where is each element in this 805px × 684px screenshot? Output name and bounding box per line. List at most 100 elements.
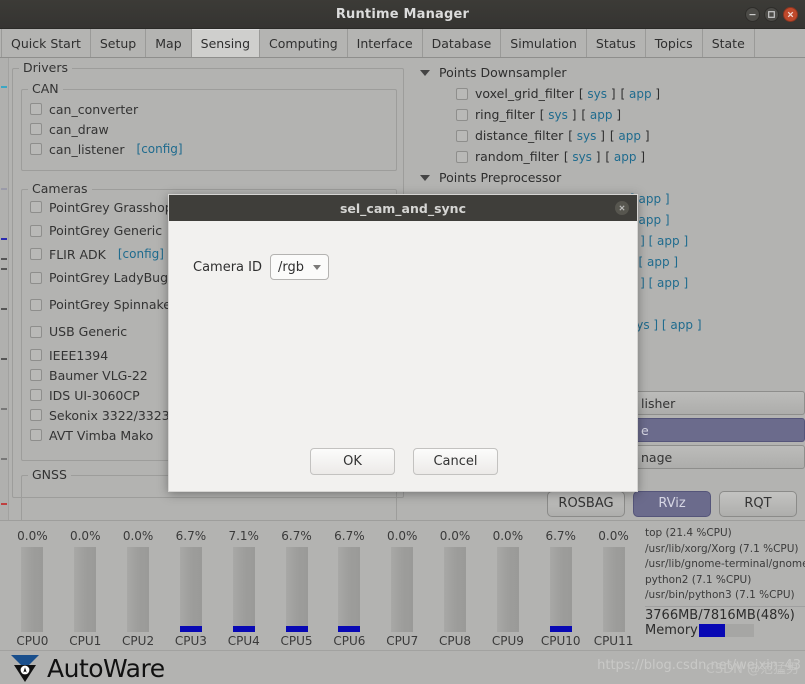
checkbox-icon[interactable] <box>30 103 42 115</box>
tab-map[interactable]: Map <box>146 29 192 57</box>
tab-database[interactable]: Database <box>422 29 502 57</box>
tab-computing[interactable]: Computing <box>260 29 348 57</box>
occluded-tag-row[interactable]: s ] [ app ] <box>630 234 688 248</box>
tab-state[interactable]: State <box>702 29 755 57</box>
dialog-close-icon[interactable] <box>615 201 629 215</box>
checkbox-icon[interactable] <box>30 143 42 155</box>
cpu-bar-fill <box>549 625 572 632</box>
maximize-icon[interactable] <box>764 7 779 22</box>
rosbag-button[interactable]: ROSBAG <box>547 490 625 517</box>
checkbox-icon[interactable] <box>456 129 468 142</box>
occluded-tag-row[interactable]: s ] [ app ] <box>630 276 688 290</box>
tag-button-app[interactable]: [ app ] <box>610 129 650 143</box>
system-monitor: 0.0% CPU0 0.0% CPU1 0.0% CPU2 6.7% CPU3 7.1% CPU4… <box>0 520 805 650</box>
cpu-label: CPU5 <box>280 634 313 648</box>
tag-button-app[interactable]: [ app ] <box>605 150 645 164</box>
tab-sensing[interactable]: Sensing <box>191 29 261 57</box>
tag-button-app[interactable]: [ app ] <box>621 87 661 101</box>
cpu-gauge: 6.7% CPU6 <box>323 525 376 651</box>
occluded-tag-row[interactable]: sys ] [ app ] <box>630 318 702 332</box>
checkbox-icon[interactable] <box>30 201 42 213</box>
config-link[interactable]: [config] <box>137 142 183 156</box>
checkbox-icon[interactable] <box>30 248 42 260</box>
tab-label: Map <box>155 35 182 51</box>
tree-group[interactable]: Points Downsampler <box>412 62 805 83</box>
checkbox-row[interactable]: can_draw <box>30 119 396 139</box>
tag-button-sys[interactable]: [ sys ] <box>540 108 577 122</box>
close-icon[interactable] <box>783 7 798 22</box>
checkbox-icon[interactable] <box>30 409 42 421</box>
caret-down-icon[interactable] <box>420 174 430 181</box>
cpu-gauge: 6.7% CPU10 <box>534 525 587 651</box>
ok-button[interactable]: OK <box>310 448 395 475</box>
minimize-icon[interactable] <box>745 7 760 22</box>
left-scroll-strip[interactable] <box>0 58 9 520</box>
tag-button-sys[interactable]: [ sys ] <box>579 87 616 101</box>
tab-label: Interface <box>356 35 413 51</box>
tab-status[interactable]: Status <box>586 29 646 57</box>
window-controls <box>745 7 798 22</box>
tree-item[interactable]: random_filter [ sys ] [ app ] <box>412 146 805 167</box>
tag-button-sys[interactable]: [ sys ] <box>568 129 605 143</box>
tree-item[interactable]: ring_filter [ sys ] [ app ] <box>412 104 805 125</box>
checkbox-icon[interactable] <box>30 224 42 237</box>
tag-button-app[interactable]: [ app ] <box>581 108 621 122</box>
checkbox-label: AVT Vimba Mako <box>49 427 154 443</box>
tag-button-sys[interactable]: [ sys ] <box>564 150 601 164</box>
node-tree: Points Downsampler voxel_grid_filter [ sys… <box>412 62 805 188</box>
tab-topics[interactable]: Topics <box>645 29 703 57</box>
checkbox-icon[interactable] <box>30 349 42 361</box>
publisher-list-button[interactable]: nage <box>630 445 805 469</box>
watermark: https://blog.csdn.net/weixin_43 CSDN @范猛… <box>597 658 801 677</box>
process-divider <box>645 605 805 607</box>
checkbox-label: Baumer VLG-22 <box>49 367 148 383</box>
tab-quick-start[interactable]: Quick Start <box>1 29 91 57</box>
checkbox-icon[interactable] <box>30 429 42 441</box>
checkbox-row[interactable]: can_listener [config] <box>30 139 396 159</box>
process-line: top (21.4 %CPU) <box>645 527 732 539</box>
rqt-button[interactable]: RQT <box>719 490 797 517</box>
tab-setup[interactable]: Setup <box>90 29 147 57</box>
tab-simulation[interactable]: Simulation <box>501 29 587 57</box>
checkbox-icon[interactable] <box>30 369 42 381</box>
checkbox-icon[interactable] <box>456 150 468 163</box>
checkbox-icon[interactable] <box>30 389 42 401</box>
cameras-group-title: Cameras <box>28 181 92 196</box>
config-link[interactable]: [config] <box>118 247 164 261</box>
cpu-gauge: 0.0% CPU8 <box>429 525 482 651</box>
tree-item[interactable]: voxel_grid_filter [ sys ] [ app ] <box>412 83 805 104</box>
checkbox-icon[interactable] <box>30 325 42 338</box>
cancel-button[interactable]: Cancel <box>413 448 498 475</box>
publisher-list-button[interactable]: e <box>630 418 805 442</box>
checkbox-row[interactable]: can_converter <box>30 99 396 119</box>
cpu-percent: 6.7% <box>334 529 365 543</box>
tag-label: sys <box>576 128 597 143</box>
tree-node-label: Points Preprocessor <box>439 170 562 185</box>
checkbox-icon[interactable] <box>30 298 42 311</box>
checkbox-label: PointGrey Generic <box>49 223 163 238</box>
publisher-list-button[interactable]: lisher <box>630 391 805 415</box>
caret-down-icon[interactable] <box>420 69 430 76</box>
checkbox-icon[interactable] <box>30 271 42 284</box>
camera-id-select[interactable]: /rgb <box>270 254 329 280</box>
cpu-percent: 0.0% <box>492 529 524 543</box>
dialog-titlebar: sel_cam_and_sync <box>169 195 637 221</box>
checkbox-label: PointGrey LadyBug <box>49 270 169 285</box>
cpu-label: CPU11 <box>593 634 634 648</box>
tree-group[interactable]: Points Preprocessor <box>412 167 805 188</box>
footer-bar: AutoWare https://blog.csdn.net/weixin_43… <box>0 650 805 684</box>
checkbox-icon[interactable] <box>456 87 468 100</box>
cpu-bar <box>602 547 625 632</box>
checkbox-icon[interactable] <box>30 123 42 135</box>
checkbox-icon[interactable] <box>456 108 468 121</box>
cpu-bar <box>444 547 467 632</box>
tab-interface[interactable]: Interface <box>347 29 423 57</box>
cpu-gauge: 0.0% CPU0 <box>6 525 59 651</box>
tree-item[interactable]: distance_filter [ sys ] [ app ] <box>412 125 805 146</box>
cpu-bar <box>285 547 308 632</box>
rviz-button[interactable]: RViz <box>633 490 711 517</box>
checkbox-label: FLIR ADK <box>49 246 106 262</box>
cpu-bar <box>21 547 44 632</box>
cpu-label: CPU3 <box>174 634 207 648</box>
cpu-percent: 0.0% <box>17 529 48 543</box>
